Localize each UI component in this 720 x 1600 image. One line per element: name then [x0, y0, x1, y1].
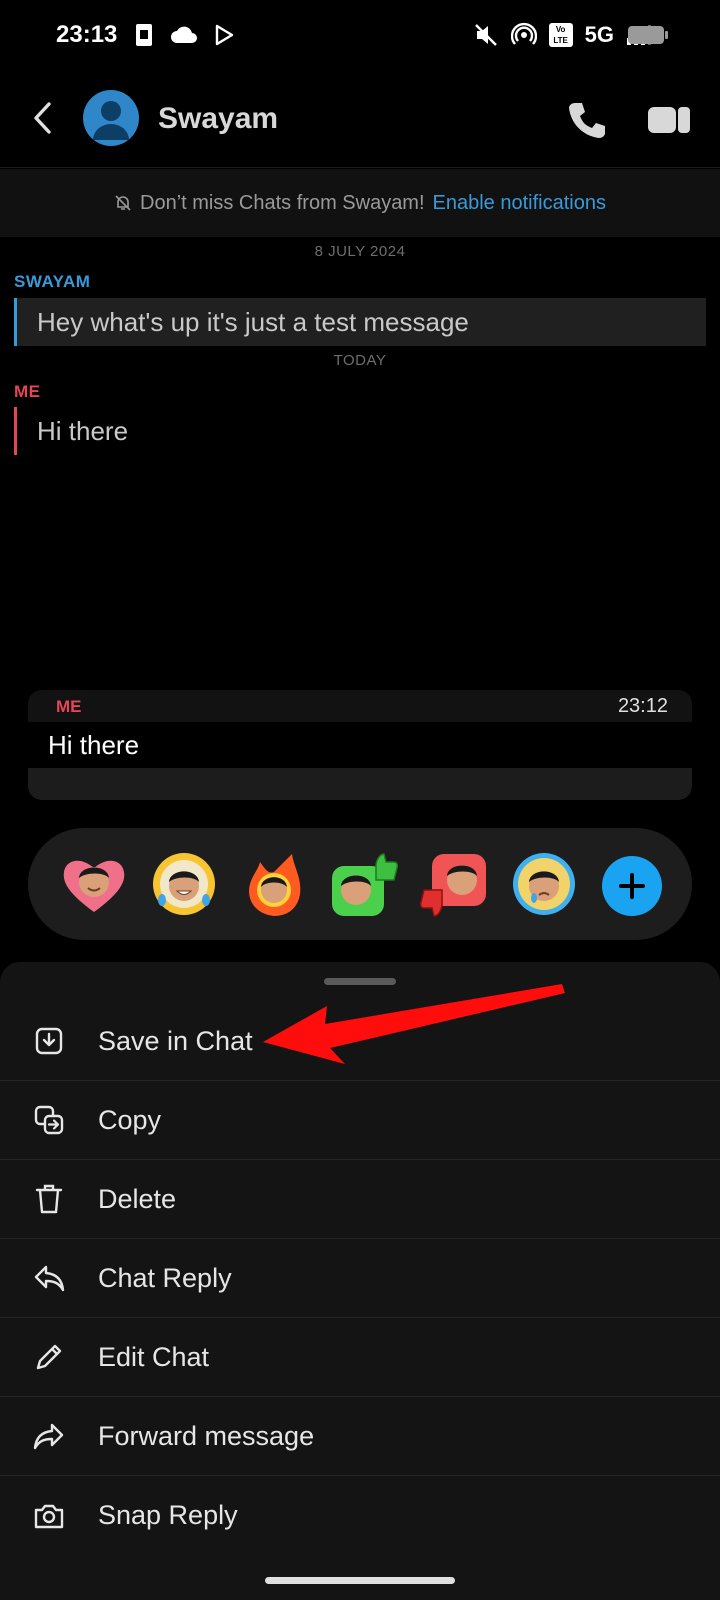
- selected-message-preview: ME 23:12 Hi there: [28, 690, 692, 800]
- voice-call-button[interactable]: [565, 98, 609, 142]
- camera-icon: [32, 1499, 66, 1533]
- message-text: Hi there: [37, 415, 129, 446]
- message-actions-sheet: Save in Chat Copy Delete Chat Reply Edit…: [0, 962, 720, 1600]
- chat-header: Swayam: [0, 70, 720, 168]
- mute-icon: [474, 24, 497, 46]
- video-call-button[interactable]: [646, 100, 692, 140]
- add-reaction-button[interactable]: [602, 856, 662, 916]
- message-text: Hey what's up it's just a test message: [37, 306, 469, 337]
- menu-item-chat-reply[interactable]: Chat Reply: [0, 1239, 720, 1318]
- menu-label: Copy: [98, 1104, 162, 1135]
- menu-label: Snap Reply: [98, 1500, 238, 1530]
- status-bar: 23:13 Vo LTE 5G: [0, 0, 720, 70]
- message-swayam[interactable]: Hey what's up it's just a test message: [14, 298, 706, 346]
- menu-item-delete[interactable]: Delete: [0, 1160, 720, 1239]
- menu-label: Delete: [98, 1183, 177, 1214]
- date-separator-today: TODAY: [333, 352, 387, 369]
- date-separator: 8 JULY 2024: [314, 243, 406, 260]
- notification-banner: Don’t miss Chats from Swayam! Enable not…: [0, 169, 720, 237]
- menu-item-save-in-chat[interactable]: Save in Chat: [0, 1002, 720, 1081]
- cloud-icon: [171, 26, 197, 43]
- network-type: 5G: [584, 22, 614, 47]
- menu-label: Forward message: [98, 1420, 315, 1451]
- reaction-thumbs-down[interactable]: [420, 850, 488, 918]
- reaction-bar: [28, 828, 692, 940]
- message-sender-me: ME: [14, 382, 41, 401]
- bell-off-icon: [115, 195, 131, 211]
- reaction-laughing-tears[interactable]: [150, 850, 218, 918]
- reaction-heart-face[interactable]: [60, 850, 128, 918]
- menu-item-copy[interactable]: Copy: [0, 1081, 720, 1160]
- notification-text: Don’t miss Chats from Swayam!: [140, 191, 425, 214]
- menu-label: Chat Reply: [98, 1262, 232, 1293]
- contact-name[interactable]: Swayam: [158, 102, 278, 136]
- menu-item-forward-message[interactable]: Forward message: [0, 1397, 720, 1476]
- hotspot-icon: [510, 22, 537, 45]
- avatar[interactable]: [83, 90, 139, 146]
- menu-item-snap-reply[interactable]: Snap Reply: [0, 1476, 720, 1555]
- sheet-drag-handle[interactable]: [324, 978, 396, 985]
- battery-icon: [628, 26, 668, 44]
- status-right-icons: Vo LTE 5G: [473, 20, 652, 50]
- back-button[interactable]: [22, 98, 62, 138]
- preview-sender: ME: [56, 697, 82, 716]
- sim-card-icon: [136, 24, 152, 46]
- status-notification-icons: [132, 20, 236, 50]
- pencil-icon: [32, 1340, 66, 1374]
- copy-icon: [32, 1103, 66, 1137]
- menu-label: Save in Chat: [98, 1025, 253, 1056]
- preview-header: ME 23:12: [28, 690, 692, 722]
- trash-icon: [32, 1182, 66, 1216]
- plus-icon: [619, 873, 645, 899]
- volte-icon: Vo LTE: [548, 23, 573, 47]
- save-download-icon: [32, 1024, 66, 1058]
- reaction-crying[interactable]: [510, 850, 578, 918]
- reaction-thumbs-up[interactable]: [330, 850, 398, 918]
- menu-label: Edit Chat: [98, 1341, 210, 1372]
- message-sender-swayam: SWAYAM: [14, 272, 91, 291]
- message-me[interactable]: Hi there: [14, 407, 128, 455]
- chevron-left-icon: [34, 102, 51, 134]
- reply-icon: [32, 1261, 66, 1295]
- enable-notifications-link[interactable]: Enable notifications: [433, 192, 606, 215]
- reaction-fire[interactable]: [240, 850, 308, 918]
- phone-icon: [569, 103, 605, 138]
- person-icon: [93, 101, 129, 140]
- menu-item-edit-chat[interactable]: Edit Chat: [0, 1318, 720, 1397]
- home-indicator[interactable]: [265, 1577, 455, 1584]
- forward-icon: [32, 1419, 66, 1453]
- preview-time: 23:12: [617, 695, 668, 717]
- preview-text: Hi there: [28, 722, 692, 768]
- video-camera-icon: [648, 107, 690, 133]
- play-store-icon: [215, 24, 234, 46]
- status-time: 23:13: [56, 21, 118, 48]
